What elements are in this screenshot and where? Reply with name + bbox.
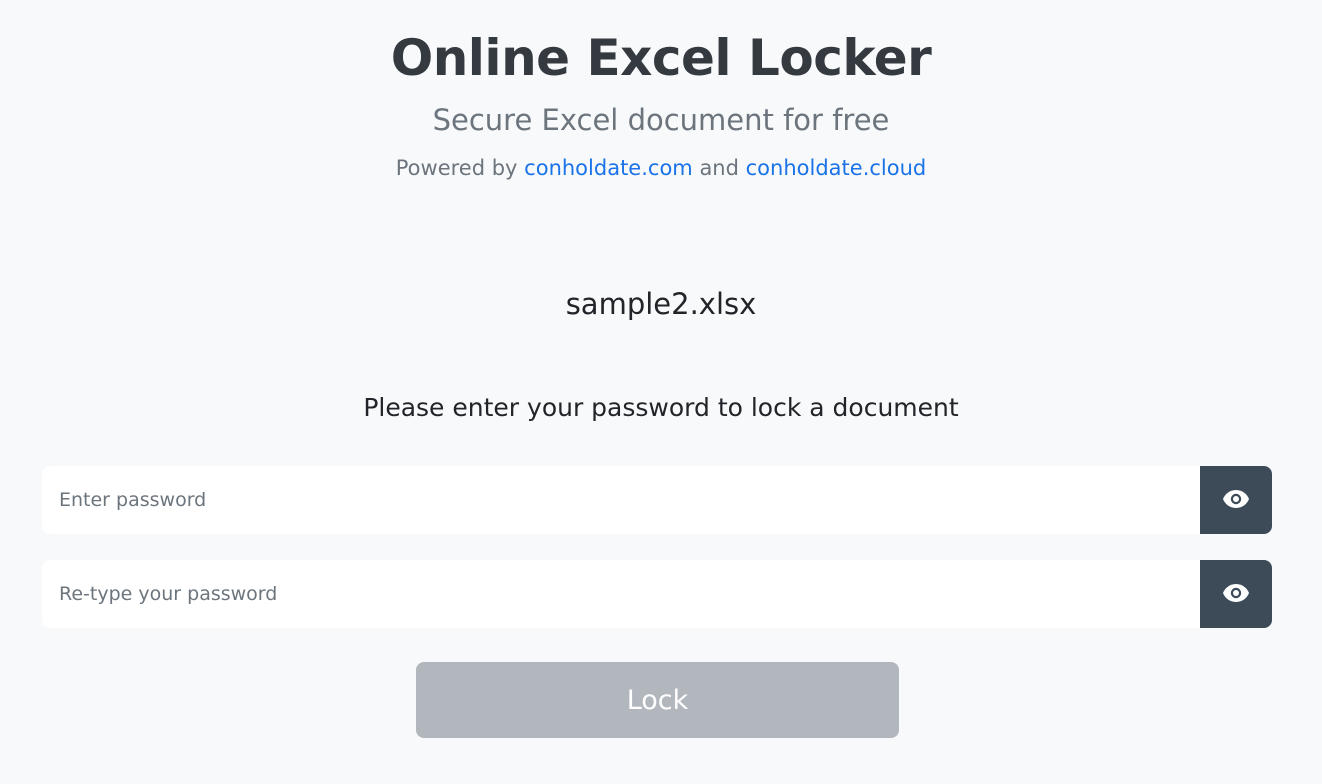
password-row: [42, 466, 1272, 534]
show-password-button[interactable]: [1200, 466, 1272, 534]
conholdate-cloud-link[interactable]: conholdate.cloud: [746, 156, 927, 180]
lock-button[interactable]: Lock: [416, 662, 899, 738]
powered-by: Powered by conholdate.com and conholdate…: [0, 153, 1322, 183]
powered-by-prefix: Powered by: [395, 156, 518, 180]
conholdate-com-link[interactable]: conholdate.com: [524, 156, 693, 180]
page-subtitle: Secure Excel document for free: [432, 103, 890, 137]
password-input[interactable]: [42, 466, 1200, 534]
document-filename: sample2.xlsx: [565, 287, 757, 321]
password-prompt: Please enter your password to lock a doc…: [363, 393, 959, 422]
page-title: Online Excel Locker: [390, 29, 932, 87]
retype-password-row: [42, 560, 1272, 628]
eye-icon: [1222, 489, 1250, 512]
powered-by-and: and: [699, 156, 739, 180]
page: Online Excel Locker Secure Excel documen…: [0, 0, 1322, 784]
retype-password-input[interactable]: [42, 560, 1200, 628]
show-retype-password-button[interactable]: [1200, 560, 1272, 628]
eye-icon: [1222, 583, 1250, 606]
